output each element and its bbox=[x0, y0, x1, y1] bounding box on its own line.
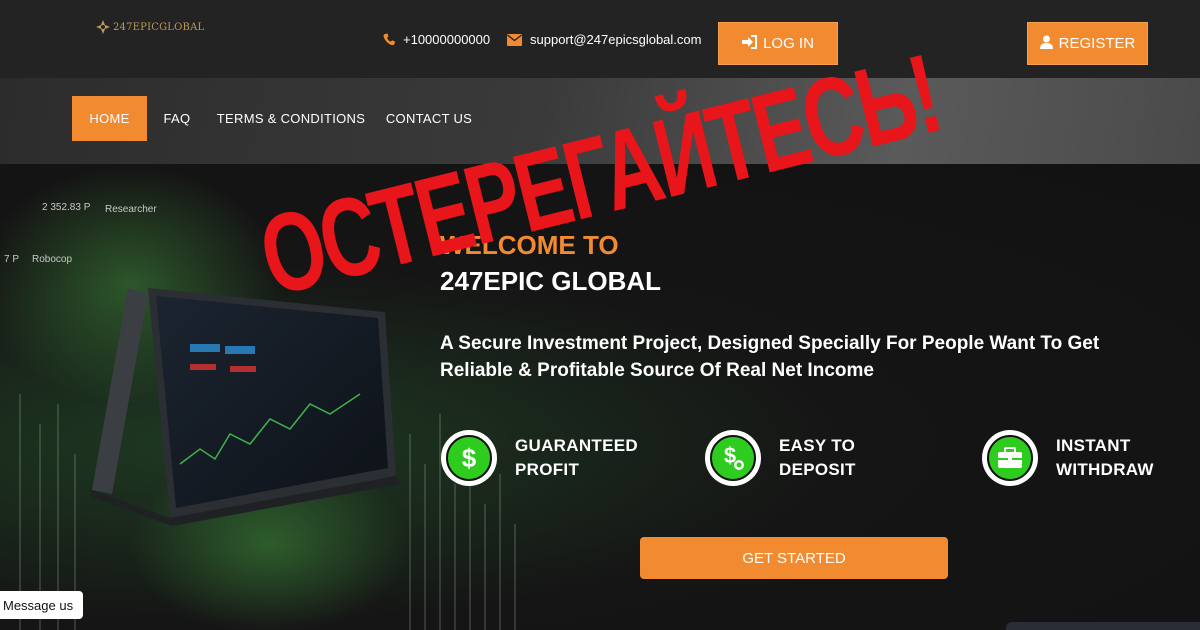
email-contact[interactable]: support@247epicsglobal.com bbox=[507, 32, 701, 47]
logo-text: 247EPICGLOBAL bbox=[113, 21, 205, 33]
envelope-icon bbox=[507, 33, 522, 46]
phone-icon bbox=[383, 33, 395, 46]
login-label: LOG IN bbox=[763, 35, 814, 52]
feature-title: INSTANT bbox=[1056, 436, 1131, 455]
nav-item-contact[interactable]: CONTACT US bbox=[382, 96, 476, 141]
email-address: support@247epicsglobal.com bbox=[530, 32, 702, 47]
logo[interactable]: 247EPICGLOBAL bbox=[96, 20, 204, 34]
nav-item-home[interactable]: HOME bbox=[72, 96, 147, 141]
feature-subtitle: DEPOSIT bbox=[779, 460, 856, 479]
nav-item-faq[interactable]: FAQ bbox=[154, 96, 200, 141]
nav-item-terms[interactable]: TERMS & CONDITIONS bbox=[216, 96, 366, 141]
svg-text:$: $ bbox=[462, 444, 477, 472]
briefcase-icon bbox=[982, 430, 1038, 486]
feature-subtitle: PROFIT bbox=[515, 460, 580, 479]
get-started-button[interactable]: GET STARTED bbox=[640, 537, 948, 579]
feature-easy-deposit: $ EASY TO DEPOSIT bbox=[705, 430, 856, 486]
feature-guaranteed-profit: $ GUARANTEED PROFIT bbox=[441, 430, 638, 486]
chat-widget-tab[interactable] bbox=[1006, 622, 1200, 630]
feature-subtitle: WITHDRAW bbox=[1056, 460, 1154, 479]
page: 247EPICGLOBAL +10000000000 support@247ep… bbox=[0, 0, 1200, 630]
feature-instant-withdraw: INSTANT WITHDRAW bbox=[982, 430, 1154, 486]
phone-contact[interactable]: +10000000000 bbox=[383, 32, 490, 47]
logo-emblem-icon bbox=[96, 20, 110, 34]
ticker-label: Robocop bbox=[32, 254, 73, 265]
dollar-icon: $ bbox=[441, 430, 497, 486]
feature-title: GUARANTEED bbox=[515, 436, 638, 455]
feature-title: EASY TO bbox=[779, 436, 856, 455]
ticker-value: 7 P bbox=[4, 254, 20, 265]
phone-number: +10000000000 bbox=[403, 32, 491, 47]
message-us-button[interactable]: Message us bbox=[0, 591, 83, 619]
sign-in-icon bbox=[742, 34, 758, 53]
money-bag-icon: $ bbox=[705, 430, 761, 486]
hero-tagline: A Secure Investment Project, Designed Sp… bbox=[440, 333, 1100, 381]
ticker-value: 2 352.83 P bbox=[42, 202, 91, 213]
ticker-label: Researcher bbox=[105, 204, 157, 215]
